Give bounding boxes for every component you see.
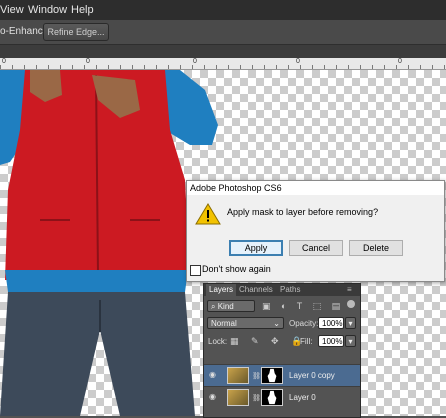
- fill-label: Fill:: [300, 337, 313, 346]
- warning-icon: [195, 203, 221, 225]
- chevron-down-icon: ⌄: [273, 319, 280, 328]
- fill-input[interactable]: 100%: [318, 335, 344, 347]
- tab-layers[interactable]: Layers: [206, 284, 237, 296]
- layer-row[interactable]: ◉ ⛓ Layer 0: [204, 386, 360, 408]
- cancel-button[interactable]: Cancel: [289, 240, 343, 256]
- apply-button[interactable]: Apply: [229, 240, 283, 256]
- layer-name[interactable]: Layer 0: [289, 393, 316, 402]
- menu-bar: View Window Help: [0, 0, 446, 20]
- ruler-label: 0: [398, 58, 402, 65]
- filter-toggle-icon[interactable]: [347, 300, 355, 308]
- menu-help[interactable]: Help: [71, 4, 94, 16]
- dialog-message: Apply mask to layer before removing?: [227, 207, 379, 217]
- ruler-label: 0: [86, 58, 90, 65]
- tab-paths[interactable]: Paths: [277, 284, 303, 296]
- layer-thumbnail: [227, 389, 249, 406]
- blend-mode-value: Normal: [211, 319, 237, 328]
- tab-channels[interactable]: Channels: [236, 284, 276, 296]
- auto-enhance-checkbox-label[interactable]: o-Enhance: [0, 26, 48, 37]
- link-icon: ⛓: [252, 395, 261, 402]
- mask-silhouette-icon: [267, 390, 277, 405]
- layer-filter-select[interactable]: ⌕ Kind: [207, 300, 255, 312]
- layers-panel: Layers Channels Paths ≡ ⌕ Kind ▣ ◐ T ⬚ ▤…: [203, 283, 361, 418]
- lock-label: Lock:: [208, 337, 228, 346]
- menu-view[interactable]: View: [0, 4, 24, 16]
- link-icon: ⛓: [252, 373, 261, 380]
- layer-mask-thumbnail[interactable]: [261, 367, 283, 384]
- dont-show-again-label: Don't show again: [202, 264, 271, 274]
- layer-name[interactable]: Layer 0 copy: [289, 371, 335, 380]
- apply-mask-dialog: Adobe Photoshop CS6 Apply mask to layer …: [186, 180, 445, 282]
- document-tab-strip: [0, 45, 446, 58]
- blend-mode-select[interactable]: Normal ⌄: [207, 317, 284, 329]
- eye-icon[interactable]: ◉: [209, 393, 219, 401]
- mask-silhouette-icon: [267, 368, 277, 383]
- layer-thumbnail: [227, 367, 249, 384]
- dont-show-again-checkbox[interactable]: [190, 265, 201, 276]
- panel-menu-icon[interactable]: ≡: [344, 284, 355, 296]
- horizontal-ruler: 0 0 0 0 0: [0, 58, 446, 70]
- ruler-label: 0: [193, 58, 197, 65]
- opacity-input[interactable]: 100%: [318, 317, 344, 329]
- ruler-label: 0: [296, 58, 300, 65]
- options-bar: o-Enhance Refine Edge...: [0, 20, 446, 45]
- layer-row[interactable]: ◉ ⛓ Layer 0 copy: [204, 364, 360, 386]
- search-icon: ⌕: [211, 302, 218, 311]
- opacity-dropdown-button[interactable]: ▾: [345, 317, 356, 329]
- lock-icons[interactable]: ▦ ✎ ✥ 🔒: [230, 336, 307, 347]
- opacity-label: Opacity:: [289, 319, 319, 328]
- eye-icon[interactable]: ◉: [209, 371, 219, 379]
- layer-mask-thumbnail[interactable]: [261, 389, 283, 406]
- refine-edge-button[interactable]: Refine Edge...: [43, 23, 109, 41]
- ruler-label: 0: [2, 58, 6, 65]
- fill-dropdown-button[interactable]: ▾: [345, 335, 356, 347]
- filter-icons[interactable]: ▣ ◐ T ⬚ ▤: [262, 301, 344, 312]
- dialog-title: Adobe Photoshop CS6: [187, 181, 444, 195]
- delete-button[interactable]: Delete: [349, 240, 403, 256]
- layers-panel-tabs: Layers Channels Paths ≡: [204, 284, 360, 296]
- menu-window[interactable]: Window: [28, 4, 67, 16]
- filter-kind-value: Kind: [217, 302, 234, 311]
